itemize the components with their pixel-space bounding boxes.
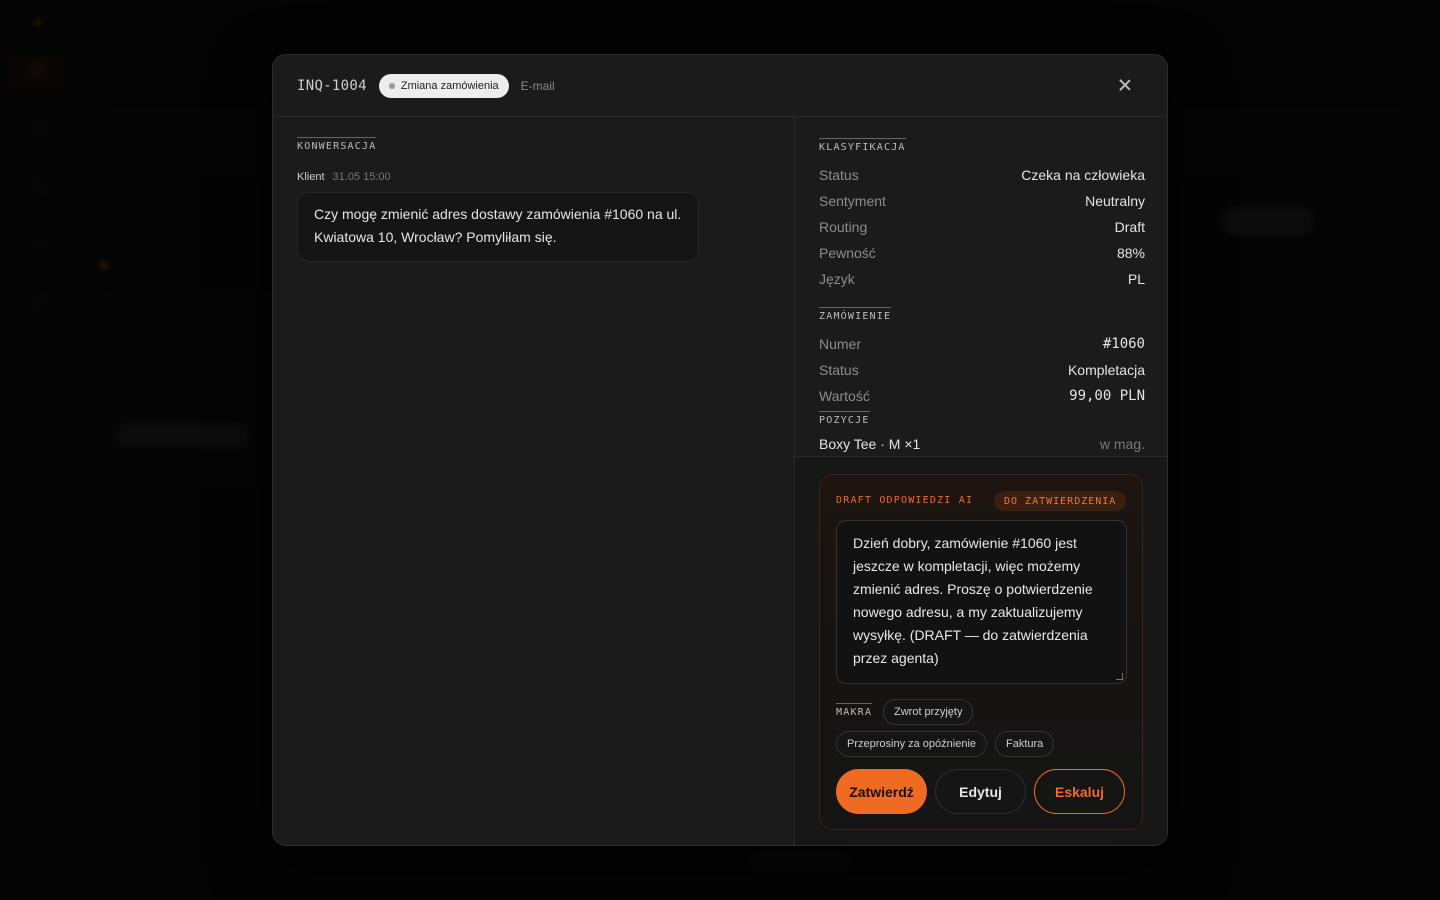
classification-row: Routing Draft: [819, 214, 1145, 240]
inquiry-type-label: Zmiana zamówienia: [400, 79, 499, 92]
row-value: Czeka na człowieka: [1021, 167, 1145, 183]
draft-status-badge: DO ZATWIERDZENIA: [994, 491, 1127, 511]
modal-header: INQ-1004 Zmiana zamówienia E-mail: [273, 55, 1167, 117]
row-key: Status: [819, 167, 859, 183]
order-status: Kompletacja: [1067, 362, 1145, 378]
approve-button[interactable]: Zatwierdź: [836, 769, 927, 814]
macros-label: MAKRA: [836, 703, 873, 718]
details-pane: KLASYFIKACJA Status Czeka na człowieka Se…: [795, 117, 1167, 845]
row-key: Wartość: [819, 388, 870, 404]
draft-text: Dzień dobry, zamówienie #1060 jest jeszc…: [853, 535, 1093, 666]
classification-section: KLASYFIKACJA Status Czeka na człowieka Se…: [819, 137, 1145, 292]
inquiry-modal: INQ-1004 Zmiana zamówienia E-mail KONWER…: [272, 54, 1168, 846]
close-icon[interactable]: [1117, 77, 1133, 93]
classification-row: Język PL: [819, 266, 1145, 292]
row-key: Routing: [819, 219, 868, 235]
classification-row: Status Czeka na człowieka: [819, 162, 1145, 188]
message-time: 31.05 15:00: [332, 171, 391, 183]
classification-row: Sentyment Neutralny: [819, 188, 1145, 214]
order-value: 99,00 PLN: [1069, 388, 1145, 404]
order-row: Numer #1060: [819, 331, 1145, 357]
inquiry-channel: E-mail: [520, 78, 555, 93]
ai-draft-card: DRAFT ODPOWIEDZI AI DO ZATWIERDZENIA Dzi…: [819, 474, 1143, 830]
macro-chip-zwrot[interactable]: Zwrot przyjęty: [883, 699, 974, 725]
position-item: Boxy Tee · M ×1 w mag.: [819, 436, 1145, 452]
edit-button[interactable]: Edytuj: [935, 769, 1026, 814]
conversation-section-label: KONWERSACJA: [297, 137, 377, 152]
order-section: ZAMÓWIENIE Numer #1060 Status Kompletacja …: [819, 306, 1145, 452]
row-key: Pewność: [819, 245, 876, 261]
order-row: Status Kompletacja: [819, 357, 1145, 383]
type-dot-icon: [388, 82, 395, 89]
classification-row: Pewność 88%: [819, 240, 1145, 266]
row-key: Status: [819, 362, 859, 378]
draft-title: DRAFT ODPOWIEDZI AI: [836, 495, 974, 506]
row-value: PL: [1127, 271, 1145, 287]
row-key: Numer: [819, 336, 862, 352]
row-key: Sentyment: [819, 193, 886, 209]
draft-actions: Zatwierdź Edytuj Eskaluj: [836, 769, 1125, 814]
row-value: Neutralny: [1085, 193, 1145, 209]
message-author: Klient: [297, 171, 325, 183]
inquiry-type-badge: Zmiana zamówienia: [378, 73, 509, 98]
positions-label: POZYCJE: [819, 411, 870, 426]
macro-chip-faktura[interactable]: Faktura: [995, 731, 1055, 757]
classification-section-label: KLASYFIKACJA: [819, 138, 906, 153]
macro-chip-przeprosiny[interactable]: Przeprosiny za opóźnienie: [836, 731, 988, 757]
order-section-label: ZAMÓWIENIE: [819, 307, 892, 322]
conversation-pane: KONWERSACJA Klient 31.05 15:00 Czy mogę …: [273, 117, 795, 845]
order-number: #1060: [1102, 336, 1145, 352]
inquiry-id: INQ-1004: [297, 77, 367, 94]
row-key: Język: [819, 271, 855, 287]
draft-textarea[interactable]: Dzień dobry, zamówienie #1060 jest jeszc…: [836, 520, 1127, 684]
row-value: 88%: [1116, 245, 1145, 261]
escalate-button[interactable]: Eskaluj: [1034, 769, 1125, 814]
draft-area: DRAFT ODPOWIEDZI AI DO ZATWIERDZENIA Dzi…: [795, 457, 1167, 845]
position-stock: w mag.: [1099, 436, 1145, 452]
message-bubble: Czy mogę zmienić adres dostawy zamówieni…: [297, 192, 699, 262]
row-value: Draft: [1114, 219, 1145, 235]
order-row: Wartość 99,00 PLN: [819, 383, 1145, 409]
message-meta: Klient 31.05 15:00: [297, 171, 391, 183]
resize-handle-icon[interactable]: [1116, 673, 1123, 680]
position-name: Boxy Tee · M ×1: [819, 436, 921, 452]
